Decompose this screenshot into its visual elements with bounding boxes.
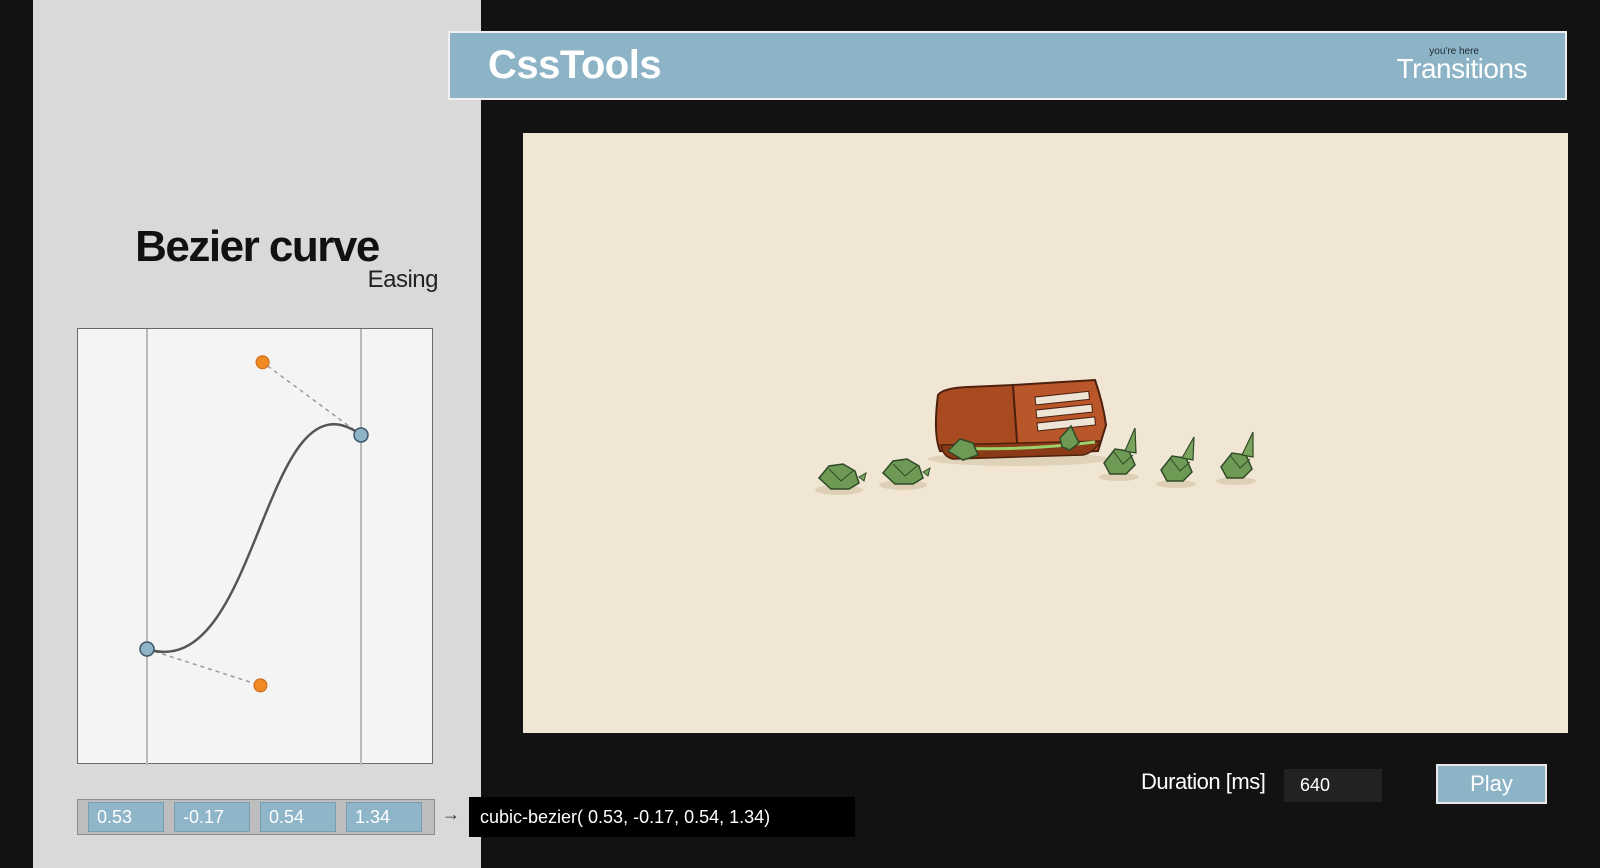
origami-money-turtle-2	[879, 458, 931, 490]
duration-input[interactable]	[1284, 769, 1382, 802]
bezier-y1-input[interactable]	[174, 802, 250, 832]
bezier-x1-input[interactable]	[88, 802, 164, 832]
css-output[interactable]: cubic-bezier( 0.53, -0.17, 0.54, 1.34)	[469, 797, 855, 837]
handle-2-line	[262, 361, 362, 436]
arrow-icon: →	[442, 804, 460, 824]
preview-stage	[523, 133, 1568, 733]
editor-panel: Bezier curve Easing	[33, 0, 481, 868]
bezier-x2-input[interactable]	[260, 802, 336, 832]
bezier-values-group	[77, 799, 435, 835]
curve-end-point	[353, 427, 369, 443]
bezier-curve-editor[interactable]	[77, 328, 433, 765]
origami-money-rabbit-1	[1099, 427, 1139, 481]
brand-logo[interactable]: CssTools	[488, 43, 662, 88]
top-header: CssTools you're here Transitions	[448, 31, 1567, 100]
current-page-label: Transitions	[1396, 53, 1528, 84]
panel-title: Bezier curve	[135, 222, 380, 271]
origami-money-rabbit-2	[1156, 436, 1196, 488]
control-handle-2[interactable]	[255, 355, 270, 370]
duration-label: Duration [ms]	[1141, 769, 1266, 794]
control-handle-1[interactable]	[253, 678, 268, 693]
panel-subtitle: Easing	[367, 266, 439, 293]
origami-money-turtle-1	[815, 463, 867, 495]
easing-curve	[146, 423, 362, 653]
play-button[interactable]: Play	[1436, 764, 1547, 804]
curve-start-point	[139, 641, 155, 657]
handle-1-line	[146, 648, 261, 687]
bezier-y2-input[interactable]	[346, 802, 422, 832]
origami-money-rabbit-3	[1216, 431, 1256, 485]
